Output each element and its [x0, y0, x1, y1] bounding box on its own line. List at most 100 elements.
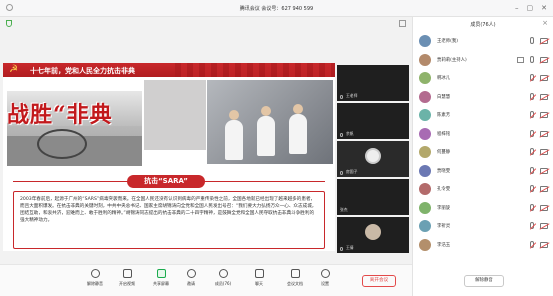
close-icon[interactable]: × [542, 19, 548, 27]
mic-muted-icon[interactable] [530, 148, 534, 155]
member-row[interactable]: 李祈灵 [413, 217, 553, 236]
member-row[interactable]: 孔令雯 [413, 180, 553, 199]
camera-off-icon[interactable] [540, 93, 548, 100]
avatar [419, 109, 431, 121]
avatar [419, 183, 431, 195]
close-icon[interactable]: ✕ [541, 3, 547, 13]
camera-off-icon[interactable] [540, 56, 548, 63]
start-video-button[interactable]: 开启视频 [112, 269, 142, 293]
member-row[interactable]: 王老师(我) [413, 32, 553, 51]
settings-button[interactable]: 设置 [310, 269, 340, 293]
member-status-icons [530, 129, 548, 137]
doctor-figure [289, 114, 307, 154]
camera-off-icon[interactable] [540, 149, 548, 155]
invite-button[interactable]: 邀请 [176, 269, 206, 293]
camera-off-icon[interactable] [540, 204, 548, 211]
tile-name: 张杰 [340, 207, 348, 212]
meeting-docs-button[interactable]: 会议文档 [280, 269, 310, 293]
avatar [419, 164, 431, 177]
video-tile[interactable]: 张杰 [337, 179, 409, 215]
doctor-head [293, 104, 303, 114]
microphone-icon[interactable] [530, 37, 534, 44]
camera-off-icon[interactable] [540, 186, 548, 192]
avatar [419, 201, 431, 214]
mic-muted-icon[interactable] [530, 74, 534, 81]
camera-off-icon[interactable] [540, 130, 548, 137]
member-name: 贾晓雯 [437, 168, 451, 174]
unmute-button[interactable]: 解除静音 [80, 269, 110, 293]
leave-meeting-button[interactable]: 离开会议 [362, 275, 396, 287]
chat-label: 聊天 [255, 281, 263, 286]
avatar [419, 127, 431, 140]
mic-muted-icon[interactable] [530, 129, 534, 137]
member-status-icons [530, 74, 548, 81]
microphone-icon [90, 269, 100, 278]
video-tile[interactable]: 王倩 [337, 217, 409, 253]
mic-muted-icon[interactable] [530, 166, 534, 174]
camera-off-icon[interactable] [540, 112, 548, 118]
mic-muted-icon[interactable] [530, 203, 534, 211]
gear-icon [320, 269, 330, 278]
mic-icon [340, 247, 343, 251]
member-row[interactable]: 何蔓静 [413, 143, 553, 162]
tile-name: 房囡子 [346, 169, 358, 174]
avatar [419, 90, 431, 103]
member-row[interactable]: 程梓铭 [413, 125, 553, 144]
maximize-icon[interactable]: ▢ [527, 3, 534, 13]
camera-off-icon[interactable] [540, 75, 548, 81]
member-row[interactable]: 韩冰儿 [413, 69, 553, 88]
meeting-docs-label: 会议文档 [287, 281, 303, 286]
unmute-all-button[interactable]: 解除静音 [464, 275, 504, 287]
mic-muted-icon[interactable] [530, 92, 534, 100]
member-row[interactable]: 陈素芳 [413, 106, 553, 125]
camera-off-icon[interactable] [540, 223, 548, 229]
member-row[interactable]: 李浩玉 [413, 236, 553, 255]
member-name: 孔令雯 [437, 187, 451, 192]
member-row[interactable]: 李丽旋 [413, 199, 553, 218]
member-name: 贾莉莉(主持人) [437, 57, 467, 63]
banner-text: 战胜“非典 [7, 102, 113, 128]
video-tile[interactable]: 房囡子 [337, 141, 409, 177]
meeting-area: ☭ 十七年前，党和人民全力抗击非典 战胜“非典 抗击“SARA” 2003年春前… [0, 17, 412, 296]
member-row[interactable]: 贾莉莉(主持人) [413, 51, 553, 70]
share-screen-button[interactable]: 共享屏幕 [146, 269, 176, 293]
camera-off-icon[interactable] [540, 167, 548, 174]
member-name: 何蔓静 [437, 150, 451, 155]
member-name: 韩冰儿 [437, 76, 451, 81]
security-shield-icon[interactable] [6, 20, 12, 27]
member-row[interactable]: 贾晓雯 [413, 162, 553, 181]
fullscreen-icon[interactable] [399, 20, 406, 27]
member-status-icons [530, 222, 548, 229]
mic-muted-icon[interactable] [530, 111, 534, 118]
video-tile[interactable]: 余帆 [337, 103, 409, 139]
chat-button[interactable]: 聊天 [244, 269, 274, 293]
doctor-head [229, 110, 239, 120]
party-emblem-icon: ☭ [9, 64, 18, 75]
invite-icon [186, 269, 196, 278]
camera-off-icon[interactable] [540, 241, 548, 248]
member-status-icons [530, 166, 548, 174]
tile-name: 余帆 [346, 131, 354, 136]
camera-off-icon[interactable] [540, 38, 548, 44]
members-button[interactable]: 成员(76) [208, 269, 238, 293]
avatar [419, 35, 431, 47]
start-video-label: 开启视频 [119, 281, 135, 286]
mic-muted-icon[interactable] [530, 240, 534, 248]
minimize-icon[interactable]: – [515, 3, 519, 13]
avatar [365, 224, 381, 240]
avatar [419, 72, 431, 84]
microphone-icon[interactable] [530, 55, 534, 63]
member-name: 李丽旋 [437, 205, 451, 211]
members-label: 成员(76) [214, 281, 232, 286]
camera-icon [122, 269, 132, 278]
member-status-icons [530, 185, 548, 192]
member-row[interactable]: 白慧慧 [413, 88, 553, 107]
members-panel-title: 成员(76人) [470, 22, 496, 28]
meeting-toolbar: 解除静音 开启视频 共享屏幕 邀请 成员(76) 聊天 会议文档 设置 离开会议 [0, 264, 412, 296]
mic-muted-icon[interactable] [530, 222, 534, 229]
video-tile[interactable]: 王老师 [337, 65, 409, 101]
mic-muted-icon[interactable] [530, 185, 534, 192]
video-tiles: 王老师 余帆 房囡子 张杰 王倩 [337, 63, 409, 253]
tile-name: 王倩 [346, 245, 354, 250]
window-title: 腾讯会议 会议号：627 940 599 [239, 6, 314, 12]
